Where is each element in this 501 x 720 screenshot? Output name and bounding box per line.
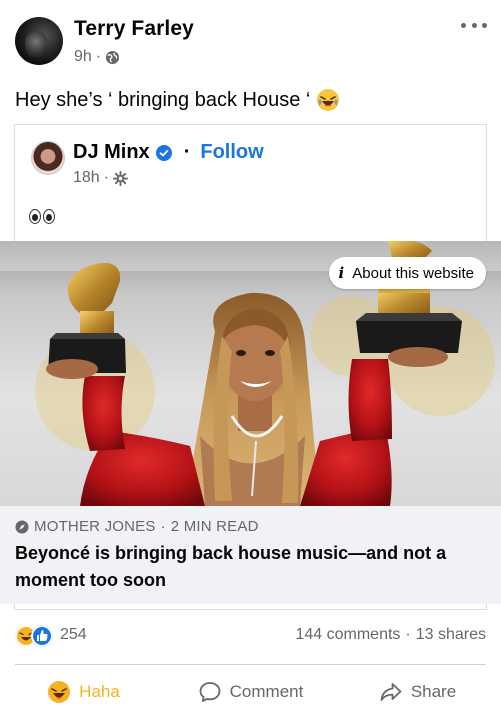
comment-label: Comment bbox=[229, 682, 304, 701]
share-label: Share bbox=[410, 682, 457, 701]
like-reaction-icon bbox=[31, 625, 53, 647]
compass-icon bbox=[15, 520, 29, 533]
eyes-emoji-icon bbox=[29, 209, 55, 224]
link-read-time: 2 MIN READ bbox=[170, 518, 259, 535]
author-name[interactable]: Terry Farley bbox=[74, 17, 194, 41]
about-website-button[interactable]: i About this website bbox=[328, 257, 486, 289]
about-website-label: About this website bbox=[352, 264, 474, 282]
shared-card-bottom bbox=[14, 604, 487, 610]
gear-icon bbox=[113, 170, 129, 186]
follow-separator: · bbox=[183, 141, 191, 163]
author-avatar[interactable] bbox=[15, 17, 63, 65]
post-time[interactable]: 9h bbox=[74, 48, 92, 66]
left-grammy-trophy bbox=[48, 262, 126, 373]
post-text-content: Hey she’s ‘ bringing back House ‘ bbox=[15, 88, 311, 111]
globe-icon bbox=[106, 50, 120, 64]
shared-meta-separator: · bbox=[103, 169, 110, 186]
actions-divider bbox=[15, 664, 486, 665]
comments-count[interactable]: 144 comments bbox=[295, 626, 400, 644]
link-headline[interactable]: Beyoncé is bringing back house music—and… bbox=[15, 540, 485, 594]
shares-count[interactable]: 13 shares bbox=[416, 626, 486, 644]
share-icon bbox=[380, 683, 402, 701]
verified-icon bbox=[155, 144, 172, 161]
shared-post-meta: 18h · bbox=[73, 169, 129, 187]
follow-button[interactable]: Follow bbox=[200, 141, 263, 164]
reaction-icons[interactable] bbox=[15, 625, 53, 647]
post-meta-separator: · bbox=[95, 48, 102, 65]
link-preview-box[interactable]: MOTHER JONES · 2 MIN READ Beyoncé is bri… bbox=[0, 506, 501, 604]
post-text: Hey she’s ‘ bringing back House ‘ bbox=[15, 88, 340, 112]
reaction-count[interactable]: 254 bbox=[60, 626, 87, 644]
stats-separator: · bbox=[405, 626, 411, 643]
post-meta: 9h · bbox=[74, 48, 120, 66]
shared-post-card[interactable]: DJ Minx · Follow 18h · bbox=[14, 124, 487, 244]
haha-label: Haha bbox=[79, 682, 120, 701]
comment-button[interactable]: Comment bbox=[167, 670, 334, 714]
shared-author-name[interactable]: DJ Minx bbox=[73, 141, 150, 164]
shared-author-row: DJ Minx · Follow bbox=[73, 141, 264, 164]
laugh-emoji-icon bbox=[317, 89, 340, 111]
share-button[interactable]: Share bbox=[334, 670, 501, 714]
link-source-line: MOTHER JONES · 2 MIN READ bbox=[15, 518, 259, 535]
haha-icon bbox=[48, 681, 71, 703]
post-stats: 254 144 comments · 13 shares bbox=[0, 622, 501, 652]
shared-post-time[interactable]: 18h bbox=[73, 169, 100, 187]
link-preview-image[interactable]: i About this website bbox=[0, 241, 501, 506]
comment-icon bbox=[199, 682, 221, 702]
post-actions: Haha Comment Share bbox=[0, 670, 501, 714]
link-source: MOTHER JONES bbox=[34, 518, 156, 535]
shared-author-avatar[interactable] bbox=[31, 141, 65, 175]
post-header: Terry Farley 9h · bbox=[0, 0, 501, 80]
link-source-separator: · bbox=[160, 518, 166, 535]
info-icon: i bbox=[338, 264, 345, 282]
more-options-icon[interactable] bbox=[461, 14, 487, 36]
comments-shares: 144 comments · 13 shares bbox=[295, 626, 486, 644]
haha-button[interactable]: Haha bbox=[0, 670, 167, 714]
